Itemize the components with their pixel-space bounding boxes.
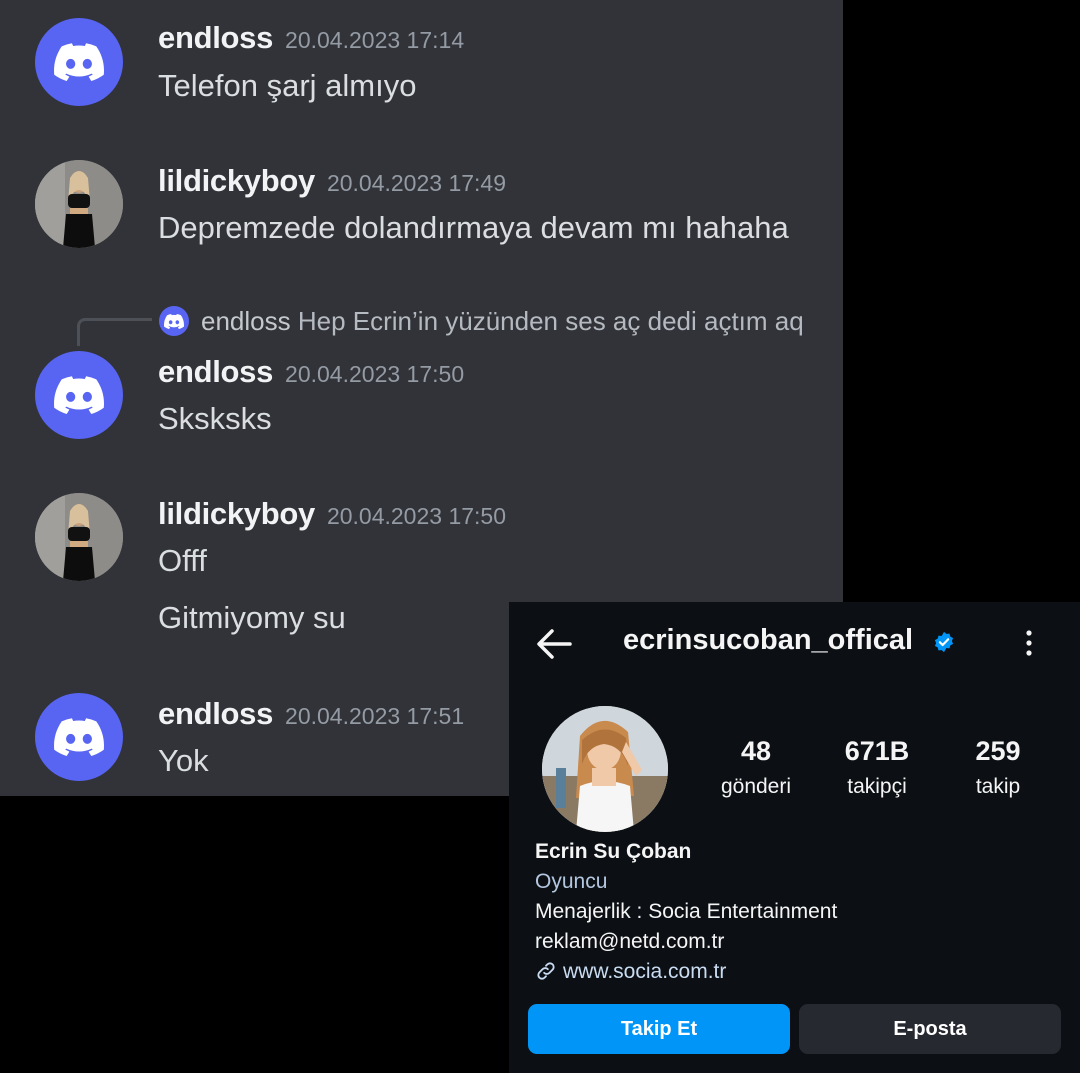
instagram-profile-panel: ecrinsucoban_offical 48 gönderi 671B tak… (509, 602, 1080, 1073)
user-avatar[interactable] (35, 160, 123, 248)
profile-avatar[interactable] (542, 706, 668, 832)
follow-button[interactable]: Takip Et (528, 1004, 790, 1054)
profile-link[interactable]: www.socia.com.tr (535, 960, 726, 984)
message-username[interactable]: endloss 20.04.2023 17:51 (158, 696, 464, 732)
username-text[interactable]: endloss (158, 696, 273, 731)
bio-line: Menajerlik : Socia Entertainment (535, 900, 838, 923)
message-timestamp: 20.04.2023 17:50 (326, 503, 506, 529)
reply-connector (77, 318, 152, 346)
reply-text: Hep Ecrin’in yüzünden ses aç dedi açtım … (297, 306, 804, 336)
message-username[interactable]: endloss 20.04.2023 17:50 (158, 354, 464, 390)
discord-avatar-icon[interactable] (35, 351, 123, 439)
posts-stat[interactable]: 48 gönderi (701, 736, 811, 799)
followers-stat[interactable]: 671B takipçi (822, 736, 932, 799)
posts-count: 48 (740, 736, 772, 766)
followers-count: 671B (844, 736, 910, 766)
username-text[interactable]: endloss (158, 20, 273, 55)
profile-username: ecrinsucoban_offical (623, 624, 914, 656)
profile-category: Oyuncu (535, 870, 608, 893)
discord-avatar-icon[interactable] (35, 693, 123, 781)
message-timestamp: 20.04.2023 17:14 (285, 27, 465, 53)
username-text[interactable]: endloss (158, 354, 273, 389)
message-timestamp: 20.04.2023 17:49 (326, 170, 506, 196)
link-icon (537, 962, 555, 980)
link-text[interactable]: www.socia.com.tr (563, 960, 726, 983)
bio-line: reklam@netd.com.tr (535, 930, 725, 953)
message-username[interactable]: lildickyboy 20.04.2023 17:50 (158, 496, 506, 532)
following-stat[interactable]: 259 takip (943, 736, 1053, 799)
followers-label: takipçi (847, 775, 907, 798)
following-label: takip (975, 775, 1021, 798)
message-text: Telefon şarj almıyo (158, 68, 417, 103)
more-options-icon[interactable] (1015, 628, 1043, 658)
profile-name: Ecrin Su Çoban (535, 840, 692, 863)
message-text: Offf (158, 543, 207, 578)
message-text: Gitmiyomy su (158, 600, 346, 635)
discord-avatar-icon (159, 306, 189, 336)
message-text: Sksksks (158, 401, 272, 436)
reply-preview[interactable]: endloss Hep Ecrin’in yüzünden ses aç ded… (201, 306, 804, 337)
following-count: 259 (975, 736, 1021, 766)
discord-avatar-icon[interactable] (35, 18, 123, 106)
message-username[interactable]: lildickyboy 20.04.2023 17:49 (158, 163, 506, 199)
message-username[interactable]: endloss 20.04.2023 17:14 (158, 20, 464, 56)
reply-username[interactable]: endloss (201, 306, 291, 336)
reply-reference[interactable]: endloss Hep Ecrin’in yüzünden ses aç ded… (77, 306, 837, 346)
back-arrow-icon[interactable] (534, 624, 574, 664)
message-timestamp: 20.04.2023 17:50 (285, 361, 465, 387)
username-text[interactable]: lildickyboy (158, 496, 315, 531)
message-text: Yok (158, 743, 209, 778)
verified-badge-icon (934, 631, 954, 653)
user-avatar[interactable] (35, 493, 123, 581)
message-text: Depremzede dolandırmaya devam mı hahaha (158, 210, 789, 245)
username-text[interactable]: lildickyboy (158, 163, 315, 198)
email-button[interactable]: E-posta (799, 1004, 1061, 1054)
message-timestamp: 20.04.2023 17:51 (285, 703, 465, 729)
posts-label: gönderi (720, 775, 792, 798)
